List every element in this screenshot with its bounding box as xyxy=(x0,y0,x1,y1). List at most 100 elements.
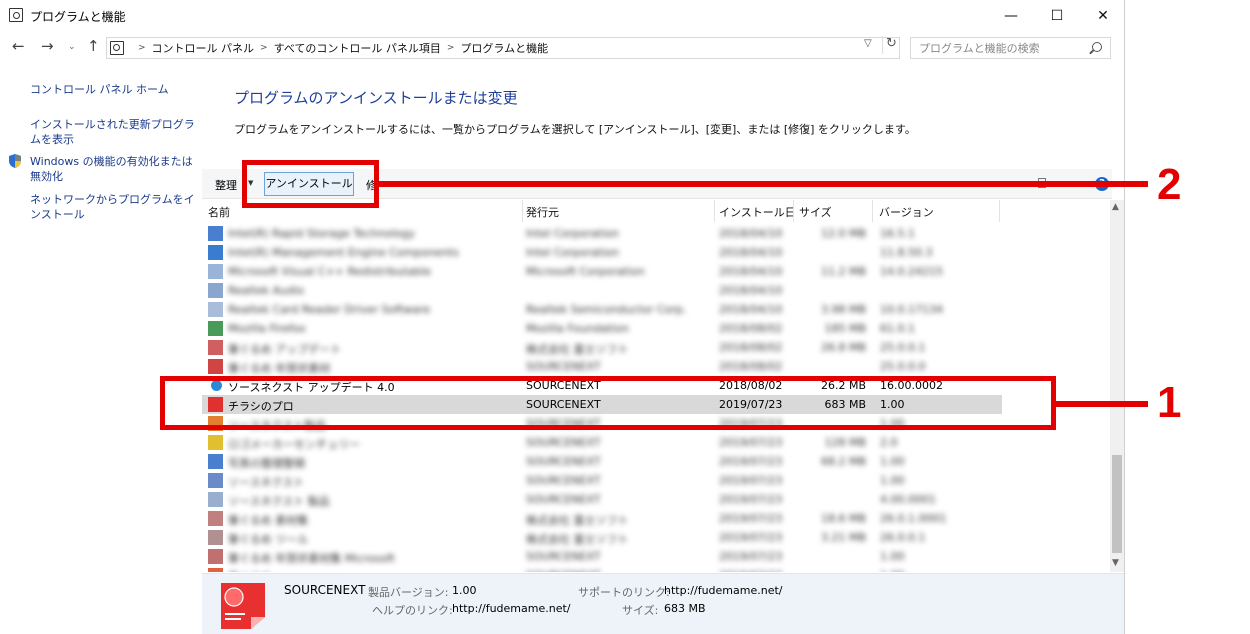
breadcrumb-control-panel[interactable]: コントロール パネル xyxy=(152,40,255,56)
maximize-button[interactable]: ☐ xyxy=(1034,0,1080,31)
table-row[interactable]: 筆ぐるめ ツール 株式会社 富士ソフト 2019/07/23 3.21 MB 26.0.… xyxy=(202,528,1002,547)
scroll-up-arrow-icon[interactable]: ▲ xyxy=(1112,202,1119,212)
search-input[interactable]: プログラムと機能の検索 xyxy=(910,37,1111,59)
column-header-version[interactable]: バージョン xyxy=(879,204,934,220)
program-version: 2.0 xyxy=(880,436,898,449)
column-divider[interactable] xyxy=(793,200,794,222)
table-row[interactable]: Intel(R) Management Engine Components Int… xyxy=(202,243,1002,262)
program-size: 11.2 MB xyxy=(820,265,866,278)
program-size: 185 MB xyxy=(824,322,866,335)
program-version: 1.00 xyxy=(880,474,905,487)
program-publisher: Microsoft Corporation xyxy=(526,265,645,278)
table-row[interactable]: ロゴメーカーセンチュリー SOURCENEXT 2019/07/23 128 MB 2.… xyxy=(202,433,1002,452)
sidebar-link-home[interactable]: コントロール パネル ホーム xyxy=(30,82,198,97)
programs-and-features-window: プログラムと機能 — ☐ ✕ ← → ⌄ ↑ > コントロール パネル > すべ… xyxy=(0,0,1125,634)
scrollbar-thumb[interactable] xyxy=(1112,455,1122,553)
table-row[interactable]: 筆ぐるめ 年賀状素材集 Microsoft SOURCENEXT 2019/07/2… xyxy=(202,547,1002,566)
address-bar[interactable]: > コントロール パネル > すべてのコントロール パネル項目 > プログラムと… xyxy=(106,37,900,59)
details-support-link[interactable]: http://fudemame.net/ xyxy=(664,584,783,597)
search-icon[interactable] xyxy=(1092,42,1102,52)
table-row[interactable]: 筆ぐるめ SOURCENEXT 2019/07/23 1.00 xyxy=(202,566,1002,572)
breadcrumb-all-items[interactable]: すべてのコントロール パネル項目 xyxy=(274,40,441,56)
program-version: 25.0.0.1 xyxy=(880,341,926,354)
program-publisher: SOURCENEXT xyxy=(526,455,601,468)
column-divider[interactable] xyxy=(872,200,873,222)
table-row[interactable]: 筆ぐるめ 年賀状素材 SOURCENEXT 2018/08/02 25.0.0.0 xyxy=(202,357,1002,376)
address-dropdown-chevron-icon[interactable]: ▽ xyxy=(864,38,872,49)
program-version: 25.0.0.0 xyxy=(880,360,926,373)
breadcrumb-programs[interactable]: プログラムと機能 xyxy=(460,40,548,56)
close-button[interactable]: ✕ xyxy=(1080,0,1126,31)
program-publisher: SOURCENEXT xyxy=(526,493,601,506)
program-size: 12.0 MB xyxy=(820,227,866,240)
program-name: 筆ぐるめ アップデート xyxy=(228,343,342,356)
column-header-publisher[interactable]: 発行元 xyxy=(526,204,559,220)
column-divider[interactable] xyxy=(999,200,1000,222)
program-version: 14.0.24215 xyxy=(880,265,943,278)
column-header-name[interactable]: 名前 xyxy=(208,204,230,220)
program-size: 3.21 MB xyxy=(820,531,866,544)
program-size: 68.2 MB xyxy=(820,455,866,468)
annotation-number-2: 2 xyxy=(1157,160,1182,209)
table-row[interactable]: Realtek Card Reader Driver Software Realt… xyxy=(202,300,1002,319)
program-name: Intel(R) Rapid Storage Technology xyxy=(228,227,415,240)
program-install-date: 2018/08/02 xyxy=(719,341,783,354)
recent-locations-chevron-icon[interactable]: ⌄ xyxy=(68,42,76,52)
refresh-icon[interactable]: ↻ xyxy=(882,36,900,54)
annotation-line-1 xyxy=(1056,401,1148,407)
table-row[interactable]: Mozilla Firefox Mozilla Foundation 2018/08… xyxy=(202,319,1002,338)
program-name: ソースネクスト xyxy=(228,476,305,489)
sidebar-link-features[interactable]: Windows の機能の有効化または無効化 xyxy=(30,154,198,184)
control-panel-icon xyxy=(9,8,23,22)
program-publisher: Mozilla Foundation xyxy=(526,322,629,335)
program-icon xyxy=(208,530,223,545)
column-header-install-date[interactable]: インストール日 xyxy=(719,204,796,220)
details-version-value: 1.00 xyxy=(452,584,477,597)
program-version: 1.00 xyxy=(880,569,905,572)
sidebar-link-updates[interactable]: インストールされた更新プログラムを表示 xyxy=(30,117,198,147)
sidebar-link-network-install[interactable]: ネットワークからプログラムをインストール xyxy=(30,192,198,222)
table-row[interactable]: Realtek Audio 2018/04/10 xyxy=(202,281,1002,300)
program-icon xyxy=(208,454,223,469)
annotation-box-selected-row xyxy=(160,376,1056,430)
program-install-date: 2018/04/10 xyxy=(719,227,783,240)
table-row[interactable]: Intel(R) Rapid Storage Technology Intel C… xyxy=(202,224,1002,243)
back-arrow-icon[interactable]: ← xyxy=(12,37,25,55)
control-panel-icon xyxy=(110,41,124,55)
program-version: 61.0.1 xyxy=(880,322,915,335)
program-install-date: 2019/07/23 xyxy=(719,455,783,468)
chevron-right-icon: > xyxy=(260,43,268,53)
program-icon xyxy=(208,473,223,488)
program-name: Intel(R) Management Engine Components xyxy=(228,246,459,259)
program-install-date: 2018/04/10 xyxy=(719,265,783,278)
program-publisher: 株式会社 富士ソフト xyxy=(526,533,629,546)
program-version: 11.8.50.3 xyxy=(880,246,933,259)
column-divider[interactable] xyxy=(522,200,523,222)
program-size: 3.98 MB xyxy=(820,303,866,316)
program-icon xyxy=(208,226,223,241)
up-arrow-icon[interactable]: ↑ xyxy=(87,37,100,55)
program-name: Microsoft Visual C++ Redistributable xyxy=(228,265,431,278)
program-name: 筆ぐるめ 年賀状素材集 Microsoft xyxy=(228,552,395,565)
table-row[interactable]: ソースネクスト 製品 SOURCENEXT 2019/07/23 4.00.0001 xyxy=(202,490,1002,509)
minimize-button[interactable]: — xyxy=(988,0,1034,31)
details-help-link[interactable]: http://fudemame.net/ xyxy=(452,602,571,615)
navigation-bar: ← → ⌄ ↑ > コントロール パネル > すべてのコントロール パネル項目 … xyxy=(0,34,1125,62)
program-version: 1.00 xyxy=(880,550,905,563)
program-name: Realtek Audio xyxy=(228,284,304,297)
vertical-scrollbar[interactable]: ▲ ▼ xyxy=(1110,200,1124,572)
program-install-date: 2019/07/23 xyxy=(719,474,783,487)
table-row[interactable]: 筆ぐるめ アップデート 株式会社 富士ソフト 2018/08/02 26.8 MB 25… xyxy=(202,338,1002,357)
organize-menu[interactable]: 整理 xyxy=(215,177,237,193)
program-install-date: 2019/07/23 xyxy=(719,569,782,572)
table-row[interactable]: 筆ぐるめ 素材集 株式会社 富士ソフト 2019/07/23 18.6 MB 26.0.… xyxy=(202,509,1002,528)
details-publisher: SOURCENEXT xyxy=(284,583,366,597)
table-row[interactable]: ソースネクスト SOURCENEXT 2019/07/23 1.00 xyxy=(202,471,1002,490)
table-row[interactable]: Microsoft Visual C++ Redistributable Micr… xyxy=(202,262,1002,281)
table-row[interactable]: 写真の整理整頓 SOURCENEXT 2019/07/23 68.2 MB 1.00 xyxy=(202,452,1002,471)
forward-arrow-icon[interactable]: → xyxy=(41,37,54,55)
details-size-label: サイズ: xyxy=(622,604,659,617)
column-divider[interactable] xyxy=(714,200,715,222)
scroll-down-arrow-icon[interactable]: ▼ xyxy=(1112,558,1119,568)
column-header-size[interactable]: サイズ xyxy=(799,204,832,220)
